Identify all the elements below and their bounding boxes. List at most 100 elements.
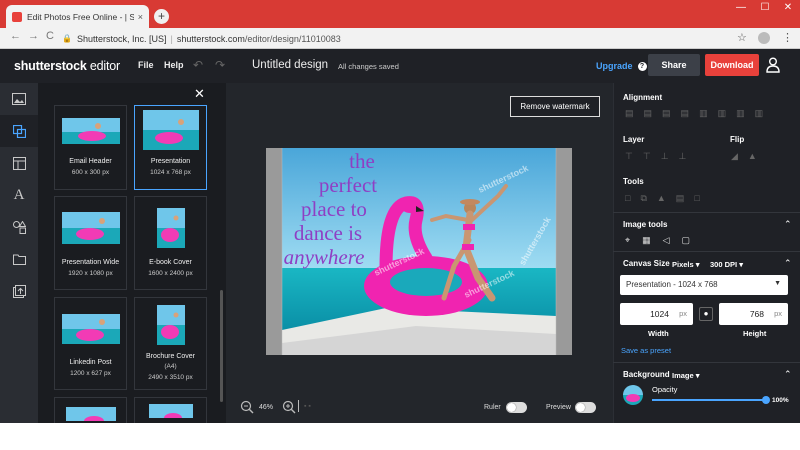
save-as-preset-link[interactable]: Save as preset (621, 346, 671, 355)
new-tab-button[interactable]: + (154, 9, 169, 24)
zoom-in-icon[interactable] (282, 400, 296, 414)
template-email-header[interactable]: Email Header 600 x 300 px (54, 105, 127, 190)
document-title[interactable]: Untitled design (252, 59, 328, 71)
share-button[interactable]: Share (648, 54, 700, 76)
bookmark-star-icon[interactable]: ☆ (737, 31, 747, 44)
bring-front-icon[interactable]: ⊤ (625, 151, 633, 162)
template-brochure-cover[interactable]: Brochure Cover (A4) 2490 x 3510 px (134, 297, 207, 390)
delete-icon[interactable]: □ (694, 193, 699, 204)
close-panel-icon[interactable]: ✕ (194, 86, 205, 102)
duplicate-icon[interactable]: ⧉ (640, 193, 646, 204)
lock-ratio-icon[interactable]: ● (699, 307, 713, 321)
flip-vertical-icon[interactable]: ▲ (748, 151, 757, 162)
opacity-slider-track[interactable] (652, 399, 766, 401)
collapse-image-tools-icon[interactable]: ⌃ (784, 219, 792, 230)
send-backward-icon[interactable]: ⊥ (661, 151, 669, 162)
zoom-level[interactable]: 46% (259, 404, 273, 411)
browser-menu-icon[interactable]: ⋮ (782, 31, 793, 44)
transform-icon[interactable]: ▢ (682, 235, 691, 246)
profile-icon[interactable] (758, 32, 770, 44)
template-size: 2490 x 3510 px (148, 374, 193, 381)
width-input[interactable]: 1024 px (620, 303, 693, 325)
url-input[interactable]: 🔒 Shutterstock, Inc. [US] | shutterstock… (62, 30, 742, 47)
minimize-icon[interactable]: — (730, 2, 752, 13)
design-canvas[interactable]: the perfect place to dance is anywhere s… (266, 148, 572, 355)
redo-icon[interactable]: ↷ (215, 58, 225, 72)
headline-line-3: place to (301, 197, 367, 221)
distribute-v-icon[interactable]: ▥ (755, 108, 764, 119)
height-input[interactable]: 768 px (719, 303, 788, 325)
align-top-icon[interactable]: ▥ (699, 108, 708, 119)
collapse-canvas-size-icon[interactable]: ⌃ (784, 258, 792, 269)
undo-icon[interactable]: ↶ (193, 58, 203, 72)
maximize-icon[interactable]: ☐ (754, 2, 776, 13)
background-type-select[interactable]: Image ▾ (672, 371, 700, 380)
elements-icon[interactable] (0, 211, 38, 243)
mask-icon[interactable]: ◁ (663, 235, 670, 246)
template-thumbnail (61, 212, 120, 244)
preview-toggle[interactable] (575, 402, 596, 413)
group-icon[interactable]: □ (625, 193, 630, 204)
url-path: /editor/design/11010083 (244, 33, 341, 44)
bring-forward-icon[interactable]: ⊤ (643, 151, 651, 162)
send-back-icon[interactable]: ⊥ (679, 151, 687, 162)
ruler-toggle[interactable] (506, 402, 527, 413)
forward-icon[interactable]: → (28, 30, 39, 42)
flip-horizontal-icon[interactable]: ◢ (731, 151, 738, 162)
browser-tab[interactable]: Edit Photos Free Online - | Shutte × (6, 5, 149, 28)
download-button[interactable]: Download (705, 54, 759, 76)
copy-icon[interactable]: ▤ (676, 193, 685, 204)
images-icon[interactable] (0, 83, 38, 115)
template-linkedin-post[interactable]: Linkedin Post 1200 x 627 px (54, 297, 127, 390)
folder-icon[interactable] (0, 243, 38, 275)
panel-scrollbar[interactable] (220, 290, 223, 402)
templates-icon[interactable] (0, 147, 38, 179)
align-bottom-icon[interactable]: ▥ (736, 108, 745, 119)
window-close-icon[interactable]: ✕ (777, 2, 799, 13)
template-partial[interactable] (134, 397, 207, 423)
logo-suffix: editor (86, 59, 120, 73)
reload-icon[interactable]: C (46, 30, 54, 42)
template-partial[interactable] (54, 397, 127, 423)
user-account-icon[interactable] (766, 57, 780, 73)
template-thumbnail (61, 314, 120, 344)
dpi-select[interactable]: 300 DPI ▾ (710, 260, 743, 269)
template-name: E-book Cover (149, 259, 192, 266)
text-icon[interactable]: A (0, 179, 38, 211)
align-left-icon[interactable]: ▤ (625, 108, 634, 119)
zoom-out-icon[interactable] (240, 400, 254, 414)
align-center-h-icon[interactable]: ▤ (644, 108, 653, 119)
units-select[interactable]: Pixels ▾ (672, 260, 700, 269)
headline-line-2: perfect (319, 173, 377, 197)
template-ebook-cover[interactable]: E-book Cover 1600 x 2400 px (134, 196, 207, 290)
file-menu[interactable]: File (138, 60, 154, 70)
background-image-swatch[interactable] (623, 385, 643, 405)
align-right-icon[interactable]: ▤ (662, 108, 671, 119)
headline-line-4: dance is (294, 221, 362, 245)
distribute-h-icon[interactable]: ▤ (681, 108, 690, 119)
canvas-size-icon[interactable] (0, 115, 38, 147)
tab-close-icon[interactable]: × (138, 12, 143, 22)
logo[interactable]: shutterstock editor (14, 59, 120, 73)
width-value: 1024 (650, 309, 669, 319)
upgrade-link[interactable]: Upgrade? (596, 61, 647, 71)
layer-title: Layer (623, 135, 645, 144)
template-presentation[interactable]: Presentation 1024 x 768 px (134, 105, 207, 190)
align-middle-icon[interactable]: ▥ (718, 108, 727, 119)
template-presentation-wide[interactable]: Presentation Wide 1920 x 1080 px (54, 196, 127, 290)
opacity-slider-handle[interactable] (762, 396, 770, 404)
back-icon[interactable]: ← (10, 30, 21, 42)
fit-icon[interactable]: ▪ ▪ (304, 403, 311, 410)
logo-text: shutterstock (14, 59, 87, 73)
left-tool-rail: A (0, 83, 38, 423)
remove-watermark-button[interactable]: Remove watermark (510, 96, 600, 117)
crop-icon[interactable]: ⌖ (625, 235, 630, 246)
lock-icon[interactable]: ▲ (657, 193, 666, 204)
upload-icon[interactable] (0, 275, 38, 307)
alignment-title: Alignment (623, 93, 663, 102)
filter-icon[interactable]: ▦ (642, 235, 651, 246)
canvas-preset-select[interactable]: Presentation - 1024 x 768 ▼ (620, 275, 788, 295)
sun-hat (460, 199, 480, 205)
help-menu[interactable]: Help (164, 60, 184, 70)
collapse-background-icon[interactable]: ⌃ (784, 369, 792, 380)
